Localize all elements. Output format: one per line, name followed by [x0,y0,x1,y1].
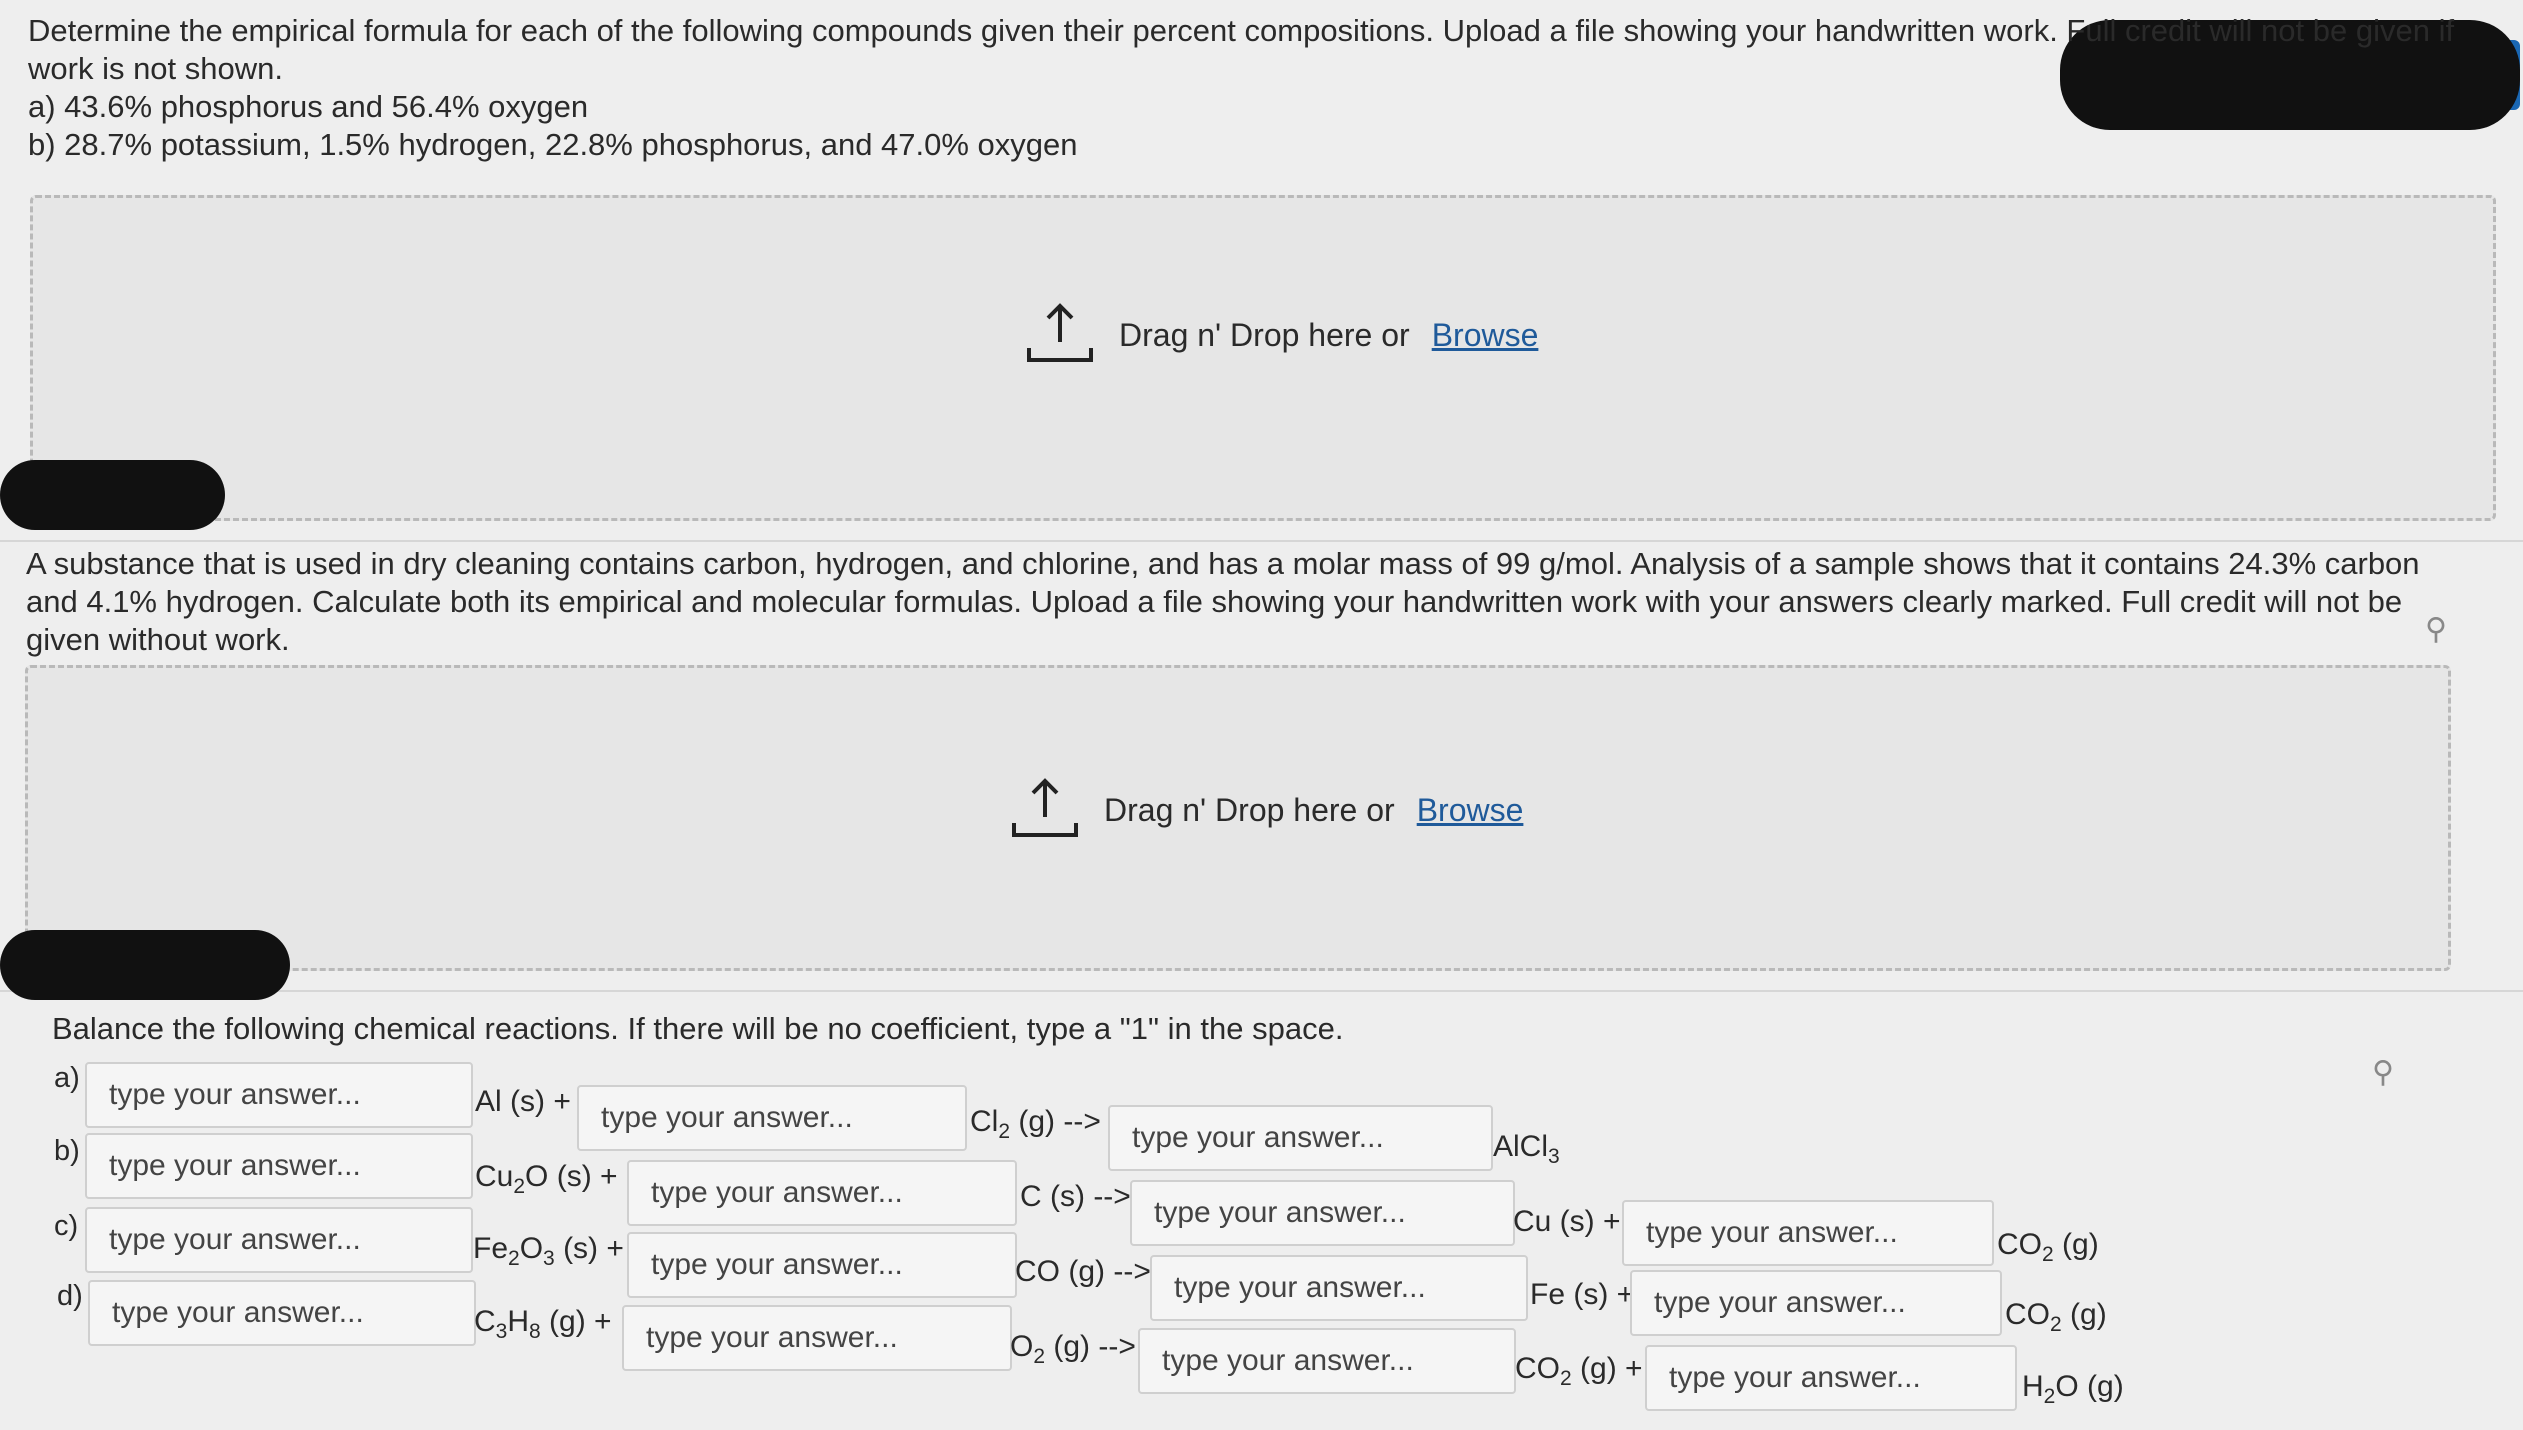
product-d1: CO2 (g) + [1515,1352,1643,1390]
upload-arrow-icon [1012,778,1078,837]
answer-input-a1[interactable]: type your answer... [85,1062,473,1128]
answer-input-b1[interactable]: type your answer... [85,1133,473,1199]
dropzone-1-text: Drag n' Drop here or [1119,316,1410,353]
reactant-a2: Cl2 (g) --> [970,1105,1101,1143]
redaction-question-3-number [0,930,290,1000]
row-label-d: d) [57,1280,83,1312]
product-d2: H2O (g) [2022,1370,2124,1408]
reactant-d2: O2 (g) --> [1010,1330,1136,1368]
question-3-instructions: Balance the following chemical reactions… [52,1011,1344,1046]
question-2-text: A substance that is used in dry cleaning… [26,545,2466,659]
question-1-instructions: Determine the empirical formula for each… [28,13,2455,86]
browse-link-1[interactable]: Browse [1432,317,1539,354]
answer-input-c1[interactable]: type your answer... [85,1207,473,1273]
question-2-body: A substance that is used in dry cleaning… [26,546,2420,657]
pin-icon[interactable]: ⚲ [2372,1055,2406,1089]
answer-input-d1[interactable]: type your answer... [88,1280,476,1346]
question-1-dropzone[interactable]: Drag n' Drop here or Browse [30,195,2496,521]
reactant-d1: C3H8 (g) + [474,1305,612,1343]
answer-input-a3[interactable]: type your answer... [1108,1105,1493,1171]
row-label-b: b) [54,1135,80,1167]
row-label-c: c) [54,1210,79,1242]
reactant-c2: CO (g) --> [1015,1255,1151,1288]
answer-input-b3[interactable]: type your answer... [1130,1180,1515,1246]
browse-link-2[interactable]: Browse [1417,792,1524,829]
question-1-item-a: a) 43.6% phosphorus and 56.4% oxygen [28,89,589,124]
question-1-text: Determine the empirical formula for each… [28,12,2468,164]
reactant-a1: Al (s) + [475,1085,571,1118]
answer-input-b2[interactable]: type your answer... [627,1160,1017,1226]
answer-input-b4[interactable]: type your answer... [1622,1200,1994,1266]
answer-input-d4[interactable]: type your answer... [1645,1345,2017,1411]
answer-input-c2[interactable]: type your answer... [627,1232,1017,1298]
answer-input-c4[interactable]: type your answer... [1630,1270,2002,1336]
quiz-page: Determine the empirical formula for each… [0,0,2523,1430]
product-a1: AlCl3 [1493,1130,1560,1168]
reactant-b2: C (s) --> [1020,1180,1131,1213]
question-1-item-b: b) 28.7% potassium, 1.5% hydrogen, 22.8%… [28,127,1078,162]
answer-input-d3[interactable]: type your answer... [1138,1328,1516,1394]
answer-input-c3[interactable]: type your answer... [1150,1255,1528,1321]
section-divider-2 [0,990,2523,992]
reactant-b1: Cu2O (s) + [475,1160,618,1198]
answer-input-a2[interactable]: type your answer... [577,1085,967,1151]
pin-icon[interactable]: ⚲ [2425,612,2459,646]
dropzone-2-text: Drag n' Drop here or [1104,791,1395,828]
redaction-question-2-number [0,460,225,530]
upload-arrow-icon [1027,303,1093,362]
product-b2: CO2 (g) [1997,1228,2099,1266]
answer-input-d2[interactable]: type your answer... [622,1305,1012,1371]
product-c1: Fe (s) + [1530,1278,1635,1311]
row-label-a: a) [54,1062,80,1094]
product-c2: CO2 (g) [2005,1298,2107,1336]
question-2-dropzone[interactable]: Drag n' Drop here or Browse [25,665,2451,971]
section-divider-1 [0,540,2523,542]
product-b1: Cu (s) + [1513,1205,1621,1238]
reactant-c1: Fe2O3 (s) + [473,1232,624,1270]
